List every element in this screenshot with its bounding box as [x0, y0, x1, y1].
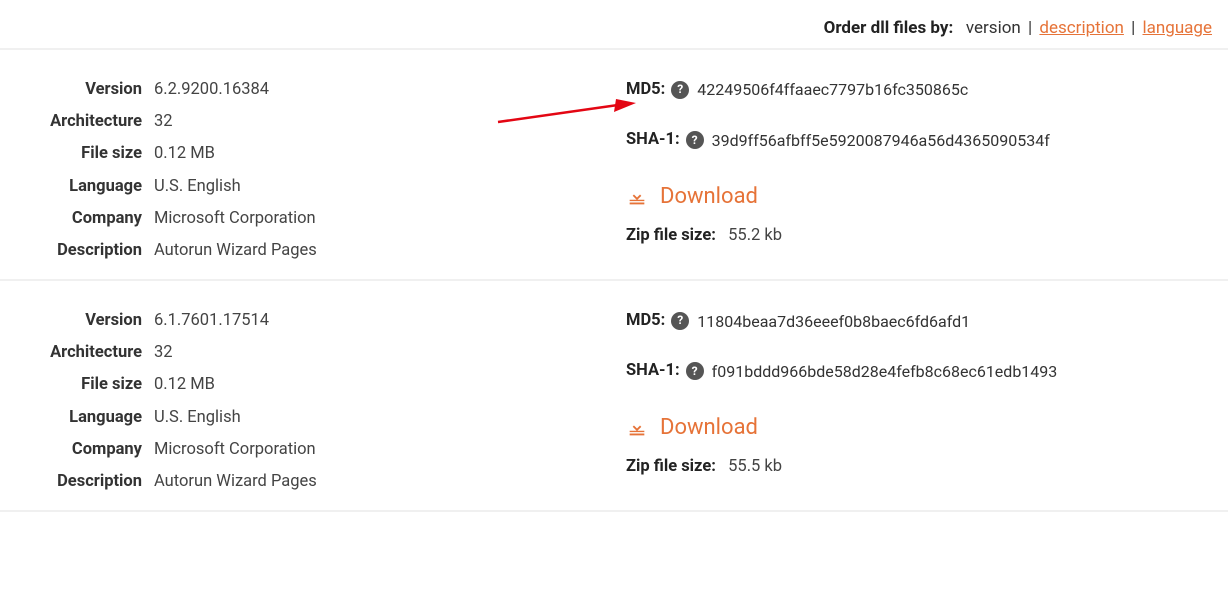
file-entry: Version6.1.7601.17514 Architecture32 Fil…: [0, 279, 1228, 512]
zip-size-row: Zip file size: 55.5 kb: [626, 457, 1212, 476]
language-value: U.S. English: [154, 171, 241, 203]
sha1-value: f091bddd966bde58d28e4fefb8c68ec61edb1493: [712, 356, 1058, 387]
version-label: Version: [16, 305, 154, 337]
description-label: Description: [16, 235, 154, 267]
sort-label: Order dll files by:: [824, 18, 954, 38]
language-label: Language: [16, 171, 154, 203]
company-label: Company: [16, 203, 154, 235]
architecture-value: 32: [154, 106, 173, 138]
download-icon: [626, 186, 648, 208]
sha1-label: SHA-1:: [626, 124, 680, 156]
version-value: 6.2.9200.16384: [154, 74, 269, 106]
sort-option-version[interactable]: version: [966, 18, 1021, 38]
md5-value: 11804beaa7d36eeef0b8baec6fd6afd1: [697, 306, 970, 337]
md5-value: 42249506f4ffaaec7797b16fc350865c: [697, 74, 968, 105]
help-icon[interactable]: ?: [671, 81, 689, 99]
language-value: U.S. English: [154, 402, 241, 434]
filesize-value: 0.12 MB: [154, 369, 215, 401]
filesize-label: File size: [16, 369, 154, 401]
zipsize-label: Zip file size:: [626, 457, 716, 476]
company-label: Company: [16, 434, 154, 466]
help-icon[interactable]: ?: [686, 131, 704, 149]
help-icon[interactable]: ?: [671, 312, 689, 330]
md5-label: MD5:: [626, 305, 665, 337]
description-value: Autorun Wizard Pages: [154, 235, 317, 267]
sort-option-description[interactable]: description: [1039, 18, 1124, 38]
download-text: Download: [660, 415, 758, 440]
sort-bar: Order dll files by: version | descriptio…: [0, 0, 1228, 48]
version-value: 6.1.7601.17514: [154, 305, 269, 337]
zipsize-label: Zip file size:: [626, 226, 716, 245]
download-button[interactable]: Download: [626, 184, 758, 209]
file-entry: Version6.2.9200.16384 Architecture32 Fil…: [0, 48, 1228, 279]
filesize-label: File size: [16, 138, 154, 170]
description-label: Description: [16, 466, 154, 498]
md5-label: MD5:: [626, 74, 665, 106]
description-value: Autorun Wizard Pages: [154, 466, 317, 498]
filesize-value: 0.12 MB: [154, 138, 215, 170]
sha1-label: SHA-1:: [626, 355, 680, 387]
zipsize-value: 55.2 kb: [728, 226, 782, 245]
sort-option-language[interactable]: language: [1143, 18, 1213, 38]
download-text: Download: [660, 184, 758, 209]
version-label: Version: [16, 74, 154, 106]
zip-size-row: Zip file size: 55.2 kb: [626, 226, 1212, 245]
architecture-value: 32: [154, 337, 173, 369]
download-icon: [626, 417, 648, 439]
language-label: Language: [16, 402, 154, 434]
sha1-value: 39d9ff56afbff5e5920087946a56d4365090534f: [712, 125, 1050, 156]
architecture-label: Architecture: [16, 337, 154, 369]
company-value: Microsoft Corporation: [154, 203, 316, 235]
architecture-label: Architecture: [16, 106, 154, 138]
company-value: Microsoft Corporation: [154, 434, 316, 466]
zipsize-value: 55.5 kb: [728, 457, 782, 476]
help-icon[interactable]: ?: [686, 362, 704, 380]
download-button[interactable]: Download: [626, 415, 758, 440]
